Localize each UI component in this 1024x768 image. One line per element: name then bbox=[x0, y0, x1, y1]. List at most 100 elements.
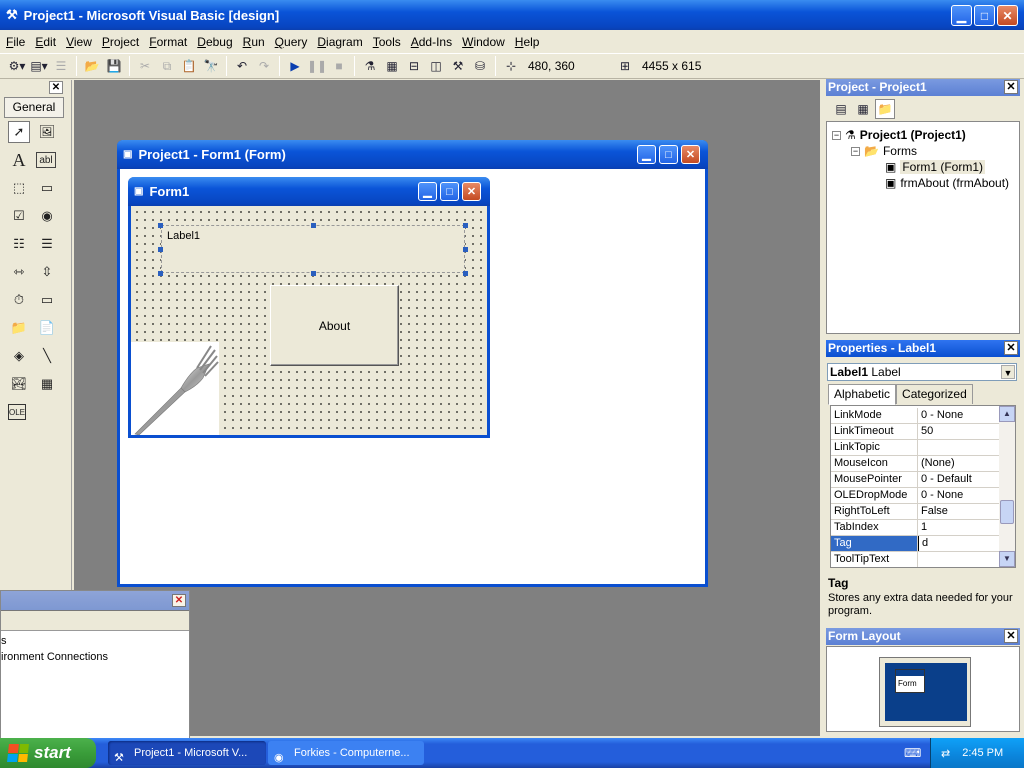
break-icon[interactable]: ❚❚ bbox=[307, 56, 327, 76]
drivelistbox-tool-icon[interactable]: ▭ bbox=[36, 289, 58, 311]
form1-minimize-button[interactable]: ▁ bbox=[418, 182, 437, 201]
collapse-icon[interactable]: − bbox=[832, 130, 841, 140]
open-icon[interactable]: 📂 bbox=[82, 56, 102, 76]
property-row[interactable]: RightToLeft False bbox=[831, 504, 999, 520]
menu-add-ins[interactable]: Add-Ins bbox=[411, 35, 452, 49]
menu-project[interactable]: Project bbox=[102, 35, 139, 49]
menu-run[interactable]: Run bbox=[243, 35, 265, 49]
selection-handle[interactable] bbox=[158, 223, 163, 228]
property-row[interactable]: MouseIcon (None) bbox=[831, 456, 999, 472]
taskbar-item-vb[interactable]: ⚒ Project1 - Microsoft V... bbox=[108, 741, 266, 765]
checkbox-tool-icon[interactable]: ☑ bbox=[8, 205, 30, 227]
find-icon[interactable]: 🔭 bbox=[201, 56, 221, 76]
ole-tool-icon[interactable]: OLE bbox=[8, 404, 26, 420]
properties-title[interactable]: Properties - Label1 ✕ bbox=[826, 340, 1020, 357]
close-button[interactable]: ✕ bbox=[997, 5, 1018, 26]
menu-help[interactable]: Help bbox=[515, 35, 540, 49]
undo-icon[interactable]: ↶ bbox=[232, 56, 252, 76]
start-icon[interactable]: ▶ bbox=[285, 56, 305, 76]
clock[interactable]: 2:45 PM bbox=[962, 747, 1003, 759]
selection-handle[interactable] bbox=[463, 271, 468, 276]
tab-categorized[interactable]: Categorized bbox=[896, 384, 973, 404]
view-code-icon[interactable]: ▤ bbox=[831, 99, 851, 119]
form-layout-close-icon[interactable]: ✕ bbox=[1004, 629, 1018, 643]
dirlistbox-tool-icon[interactable]: 📁 bbox=[8, 317, 30, 339]
pointer-tool-icon[interactable]: ➚ bbox=[8, 121, 30, 143]
list-item[interactable]: s bbox=[1, 633, 189, 649]
data-view-close-icon[interactable]: ✕ bbox=[172, 594, 186, 607]
keyboard-icon[interactable]: ⌨ bbox=[904, 746, 921, 760]
cut-icon[interactable]: ✂ bbox=[135, 56, 155, 76]
about-button[interactable]: About bbox=[270, 285, 399, 366]
menu-window[interactable]: Window bbox=[462, 35, 505, 49]
project-explorer-icon[interactable]: ⚗ bbox=[360, 56, 380, 76]
form1-title-bar[interactable]: ▣ Form1 ▁ □ ✕ bbox=[128, 177, 490, 206]
combobox-tool-icon[interactable]: ☷ bbox=[8, 233, 30, 255]
minimize-button[interactable]: ▁ bbox=[951, 5, 972, 26]
selection-handle[interactable] bbox=[463, 247, 468, 252]
property-row[interactable]: OLEDropMode 0 - None bbox=[831, 488, 999, 504]
copy-icon[interactable]: ⧉ bbox=[157, 56, 177, 76]
redo-icon[interactable]: ↷ bbox=[254, 56, 274, 76]
property-value[interactable] bbox=[918, 552, 921, 567]
menu-diagram[interactable]: Diagram bbox=[317, 35, 362, 49]
collapse-icon[interactable]: − bbox=[851, 146, 860, 156]
property-value[interactable]: 0 - None bbox=[918, 488, 963, 503]
properties-window-icon[interactable]: ▦ bbox=[382, 56, 402, 76]
hscrollbar-tool-icon[interactable]: ⇿ bbox=[8, 261, 30, 283]
timer-tool-icon[interactable]: ⏱ bbox=[8, 289, 30, 311]
menu-file[interactable]: File bbox=[6, 35, 25, 49]
chevron-down-icon[interactable]: ▼ bbox=[1001, 365, 1015, 379]
property-row[interactable]: TabIndex 1 bbox=[831, 520, 999, 536]
property-value[interactable]: False bbox=[918, 504, 948, 519]
property-value[interactable]: (None) bbox=[918, 456, 955, 471]
property-value[interactable]: 0 - None bbox=[918, 408, 963, 423]
menu-format[interactable]: Format bbox=[149, 35, 187, 49]
object-browser-icon[interactable]: ◫ bbox=[426, 56, 446, 76]
save-icon[interactable]: 💾 bbox=[104, 56, 124, 76]
add-form-icon[interactable]: ▤▾ bbox=[29, 56, 49, 76]
properties-close-icon[interactable]: ✕ bbox=[1004, 341, 1018, 355]
property-value[interactable]: 0 - Default bbox=[918, 472, 972, 487]
data-tool-icon[interactable]: ▦ bbox=[36, 373, 58, 395]
commandbutton-tool-icon[interactable]: ▭ bbox=[36, 177, 58, 199]
data-view-title-bar[interactable]: ✕ bbox=[1, 591, 189, 611]
selection-handle[interactable] bbox=[463, 223, 468, 228]
scroll-thumb[interactable] bbox=[1000, 500, 1014, 524]
textbox-tool-icon[interactable]: abl bbox=[36, 152, 56, 168]
view-object-icon[interactable]: ▦ bbox=[853, 99, 873, 119]
selection-handle[interactable] bbox=[311, 271, 316, 276]
line-tool-icon[interactable]: ╲ bbox=[36, 345, 58, 367]
form-layout-title[interactable]: Form Layout ✕ bbox=[826, 628, 1020, 645]
menu-debug[interactable]: Debug bbox=[197, 35, 232, 49]
form1-maximize-button[interactable]: □ bbox=[440, 182, 459, 201]
label1-control[interactable]: Label1 bbox=[161, 225, 465, 273]
property-row[interactable]: LinkTimeout 50 bbox=[831, 424, 999, 440]
taskbar-item-forkies[interactable]: ◉ Forkies - Computerne... bbox=[268, 741, 424, 765]
start-button[interactable]: start bbox=[0, 738, 96, 768]
menu-editor-icon[interactable]: ☰ bbox=[51, 56, 71, 76]
form-layout-icon[interactable]: ⊟ bbox=[404, 56, 424, 76]
label-tool-icon[interactable]: A bbox=[8, 149, 30, 171]
form1-design-grid[interactable]: Label1 About bbox=[131, 206, 487, 436]
fork-image[interactable] bbox=[131, 342, 219, 436]
picturebox-tool-icon[interactable]: 🖼 bbox=[36, 121, 58, 143]
tree-forms-folder[interactable]: − 📂 Forms bbox=[851, 144, 917, 158]
scroll-down-icon[interactable]: ▼ bbox=[999, 551, 1015, 567]
end-icon[interactable]: ■ bbox=[329, 56, 349, 76]
form1-close-button[interactable]: ✕ bbox=[462, 182, 481, 201]
menu-query[interactable]: Query bbox=[275, 35, 308, 49]
image-tool-icon[interactable]: 🏞 bbox=[8, 373, 30, 395]
property-value[interactable]: 50 bbox=[918, 424, 933, 439]
toggle-folders-icon[interactable]: 📁 bbox=[875, 99, 895, 119]
shape-tool-icon[interactable]: ◈ bbox=[8, 345, 30, 367]
tree-item-frmabout[interactable]: ▣ frmAbout (frmAbout) bbox=[885, 176, 1009, 190]
designer-title-bar[interactable]: ▣ Project1 - Form1 (Form) ▁ □ ✕ bbox=[117, 140, 708, 169]
add-project-icon[interactable]: ⚙▾ bbox=[7, 56, 27, 76]
designer-close-button[interactable]: ✕ bbox=[681, 145, 700, 164]
property-row-selected[interactable]: Tag d bbox=[831, 536, 999, 552]
property-row[interactable]: LinkTopic bbox=[831, 440, 999, 456]
vscrollbar-tool-icon[interactable]: ⇳ bbox=[36, 261, 58, 283]
object-selector[interactable]: Label1 Label ▼ bbox=[827, 363, 1017, 381]
optionbutton-tool-icon[interactable]: ◉ bbox=[36, 205, 58, 227]
